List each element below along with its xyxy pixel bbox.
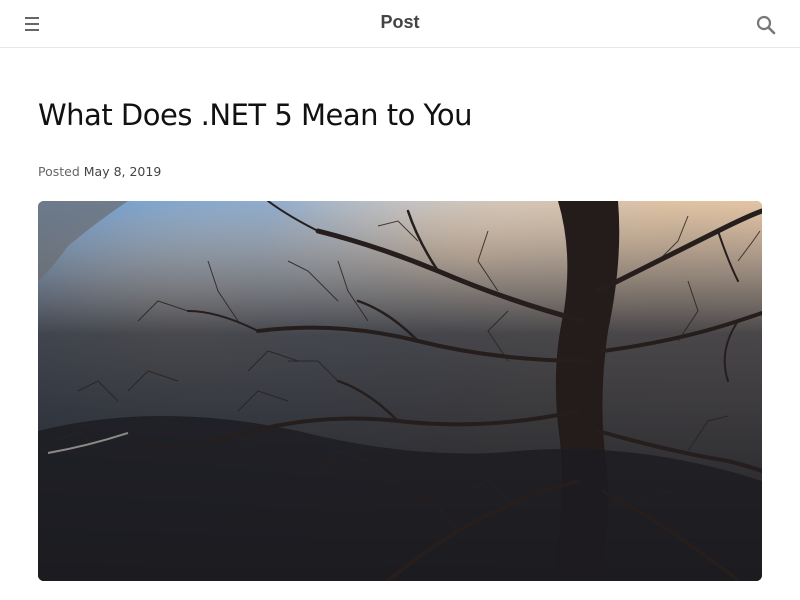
hamburger-menu-icon[interactable] <box>22 14 46 34</box>
top-app-bar: Post <box>0 0 800 48</box>
post-date: May 8, 2019 <box>83 164 162 179</box>
hero-image <box>38 201 762 581</box>
post-article: What Does .NET 5 Mean to You Posted May … <box>38 48 762 581</box>
page-title: Post <box>380 12 420 32</box>
post-meta: Posted May 8, 2019 <box>38 164 762 180</box>
puddle-reflection-photo <box>38 201 762 581</box>
search-icon[interactable] <box>754 13 778 37</box>
posted-label: Posted <box>38 164 80 179</box>
post-title: What Does .NET 5 Mean to You <box>38 98 473 132</box>
